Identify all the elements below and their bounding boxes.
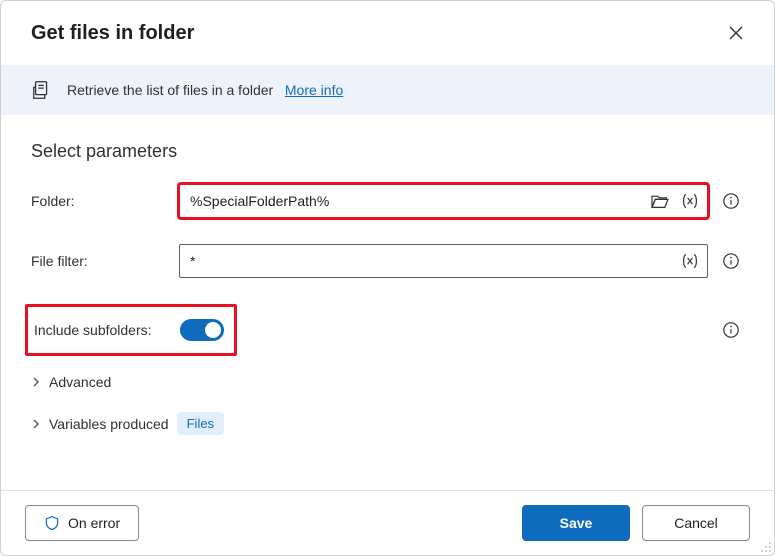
dialog-title: Get files in folder	[31, 22, 194, 45]
file-filter-input-icons	[678, 251, 702, 271]
info-icon	[722, 321, 740, 339]
variable-icon	[680, 253, 700, 269]
variable-picker-button[interactable]	[678, 191, 702, 211]
save-label: Save	[560, 515, 593, 531]
folder-open-icon	[650, 193, 670, 209]
variables-produced-expander[interactable]: Variables produced Files	[31, 412, 744, 435]
close-icon	[728, 25, 744, 41]
advanced-label: Advanced	[49, 374, 111, 390]
info-icon	[722, 192, 740, 210]
dialog: Get files in folder Retrieve the list of…	[0, 0, 775, 556]
include-subfolders-toggle[interactable]	[180, 319, 224, 341]
footer-actions: Save Cancel	[522, 505, 750, 541]
banner-text: Retrieve the list of files in a folder M…	[67, 82, 343, 98]
section-title: Select parameters	[31, 141, 744, 162]
on-error-button[interactable]: On error	[25, 505, 139, 541]
info-icon	[722, 252, 740, 270]
file-filter-input-wrap	[179, 244, 708, 278]
more-info-link[interactable]: More info	[285, 82, 343, 98]
folder-input[interactable]	[179, 184, 708, 218]
variable-icon	[680, 193, 700, 209]
resize-grip-icon[interactable]	[758, 539, 772, 553]
cancel-label: Cancel	[674, 515, 718, 531]
dialog-footer: On error Save Cancel	[1, 490, 774, 555]
include-subfolders-label: Include subfolders:	[34, 322, 166, 338]
folder-row: Folder:	[31, 184, 744, 218]
file-filter-help-button[interactable]	[718, 252, 744, 270]
folder-files-icon	[31, 79, 53, 101]
advanced-expander[interactable]: Advanced	[31, 374, 744, 390]
shield-icon	[44, 515, 60, 531]
folder-help-button[interactable]	[718, 192, 744, 210]
variable-badge-files[interactable]: Files	[177, 412, 224, 435]
file-filter-row: File filter:	[31, 244, 744, 278]
file-filter-label: File filter:	[31, 253, 169, 269]
save-button[interactable]: Save	[522, 505, 630, 541]
chevron-right-icon	[31, 419, 41, 429]
chevron-right-icon	[31, 377, 41, 387]
info-banner: Retrieve the list of files in a folder M…	[1, 65, 774, 115]
cancel-button[interactable]: Cancel	[642, 505, 750, 541]
folder-label: Folder:	[31, 193, 169, 209]
variable-picker-button[interactable]	[678, 251, 702, 271]
banner-description: Retrieve the list of files in a folder	[67, 82, 273, 98]
variables-produced-label: Variables produced	[49, 416, 169, 432]
on-error-label: On error	[68, 515, 120, 531]
file-filter-input[interactable]	[179, 244, 708, 278]
folder-input-icons	[648, 191, 702, 211]
include-subfolders-row: Include subfolders:	[31, 304, 744, 356]
close-button[interactable]	[722, 19, 750, 47]
dialog-header: Get files in folder	[1, 1, 774, 65]
toggle-knob	[205, 322, 221, 338]
include-subfolders-help-button[interactable]	[718, 321, 744, 339]
browse-folder-button[interactable]	[648, 191, 672, 211]
include-subfolders-highlight: Include subfolders:	[25, 304, 237, 356]
dialog-body: Select parameters Folder:	[1, 115, 774, 490]
folder-input-wrap	[179, 184, 708, 218]
